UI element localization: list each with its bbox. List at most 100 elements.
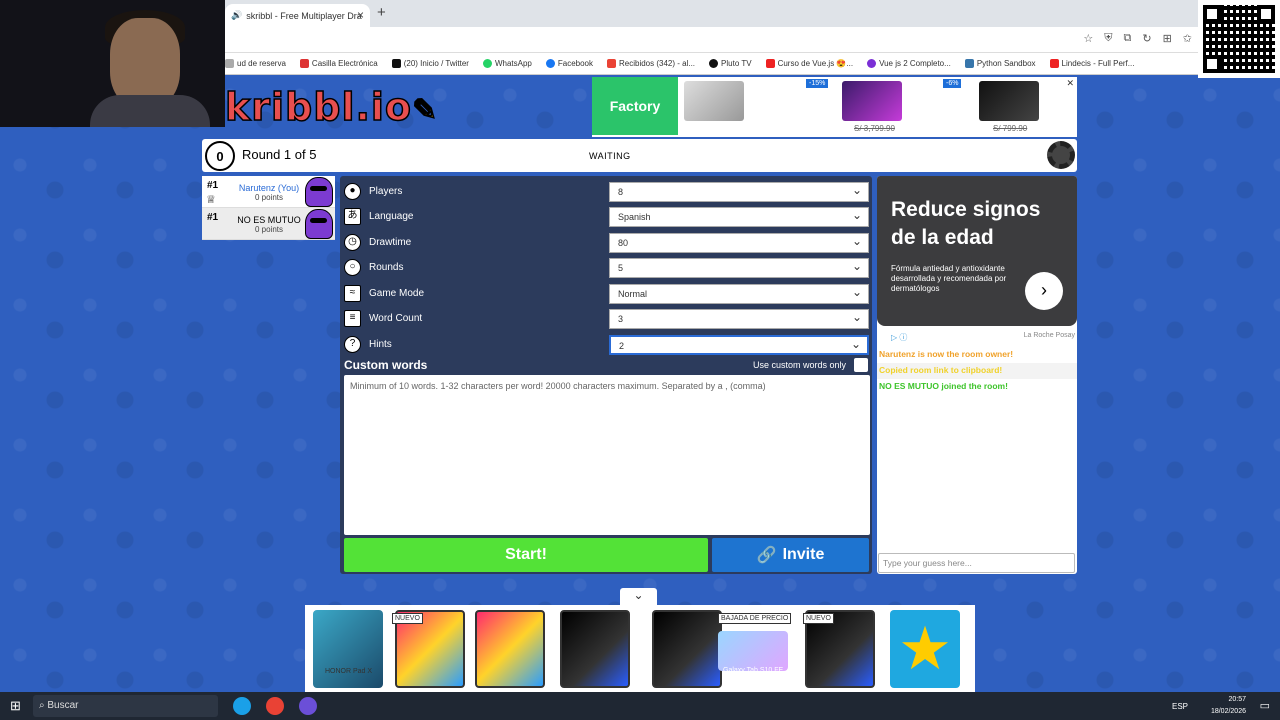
custom-words-title: Custom words xyxy=(344,358,428,372)
player-row[interactable]: #1 ♕ Narutenz (You) 0 points xyxy=(202,176,335,208)
ad-info-icon[interactable]: ▷ ⓘ xyxy=(891,332,907,343)
settings-gear-icon[interactable] xyxy=(1047,141,1075,169)
bottom-banner-ad[interactable]: HONOR Pad X NUEVO BAJADA DE PRECIO Galax… xyxy=(305,605,975,692)
notification-icon[interactable]: ▭ xyxy=(1260,700,1270,712)
edge-icon[interactable] xyxy=(233,697,251,715)
setting-drawtime: ◷ Drawtime 80 xyxy=(344,230,870,255)
webcam-overlay xyxy=(0,0,225,127)
clock-icon: ◷ xyxy=(344,234,361,251)
gamemode-select[interactable]: Normal xyxy=(609,284,869,304)
bookmark-item[interactable]: Recibidos (342) - al... xyxy=(607,59,695,68)
chat-message: NO ES MUTUO joined the room! xyxy=(879,381,1008,391)
ad-headline: Reduce signos de la edad xyxy=(891,198,1041,249)
qr-finder xyxy=(1203,5,1221,23)
close-icon[interactable]: ✕ xyxy=(1066,78,1074,89)
invite-button[interactable]: 🔗 Invite xyxy=(712,538,869,572)
wordcount-select[interactable]: 3 xyxy=(609,309,869,329)
bookmark-item[interactable]: Pluto TV xyxy=(709,59,752,68)
ad-brand: La Roche Posay xyxy=(1023,332,1075,339)
facebook-icon xyxy=(545,59,555,68)
bookmark-item[interactable]: Facebook xyxy=(545,59,593,68)
top-banner-ad[interactable]: Factory -15% -6% S/ 3,799.90 S/ 799.90 ✕ xyxy=(592,77,1077,137)
search-label: Buscar xyxy=(47,700,79,711)
monitor-ad-image xyxy=(979,81,1039,121)
discount-badge: -15% xyxy=(806,79,829,88)
extension-icon[interactable]: ⛨ xyxy=(1104,32,1112,45)
tablet-ad-image xyxy=(718,631,788,671)
whatsapp-icon xyxy=(482,59,492,68)
screenshot-icon[interactable]: ⧉ xyxy=(1123,32,1131,45)
guess-input[interactable]: Type your guess here... xyxy=(878,553,1075,573)
qr-finder xyxy=(1257,5,1275,23)
chevron-right-icon[interactable]: › xyxy=(1025,272,1063,310)
bookmark-item[interactable]: ud de reserva xyxy=(225,59,286,68)
setting-label: Language xyxy=(369,211,414,222)
refresh-icon[interactable]: ↻ xyxy=(1142,32,1151,45)
invite-label: Invite xyxy=(782,546,825,563)
player-points: 0 points xyxy=(254,225,284,234)
galaxy-label: Galaxy Tab S10 FE xyxy=(723,667,784,674)
clock-date[interactable]: 18/02/2026 xyxy=(1211,706,1246,718)
hints-select[interactable]: 2 xyxy=(609,335,869,355)
pencil-icon: ✎ xyxy=(411,93,439,128)
bookmark-item[interactable]: Curso de Vue.js 😍... xyxy=(765,59,853,68)
close-tab-icon[interactable]: × xyxy=(357,8,364,22)
browser-tab-skribbl[interactable]: 🔊 skribbl - Free Multiplayer Dra × xyxy=(225,4,370,27)
custom-words-textarea[interactable]: Minimum of 10 words. 1-32 characters per… xyxy=(344,375,870,535)
rounds-select[interactable]: 5 xyxy=(609,258,869,278)
skribbl-logo: kribbl.io✎ xyxy=(224,87,439,128)
bookmark-item[interactable]: Python Sandbox xyxy=(964,59,1036,68)
youtube-icon xyxy=(1049,59,1059,68)
star-icon[interactable]: ☆ xyxy=(1083,32,1093,45)
start-button[interactable]: Start! xyxy=(344,538,708,572)
bookmark-item[interactable]: (20) Inicio / Twitter xyxy=(391,59,469,68)
game-top-bar: 0 Round 1 of 5 WAITING xyxy=(202,139,1077,172)
new-tab-button[interactable]: + xyxy=(377,4,386,21)
bookmark-icon xyxy=(225,59,234,68)
setting-label: Players xyxy=(369,186,403,197)
use-custom-words-checkbox[interactable] xyxy=(854,358,868,372)
qr-finder xyxy=(1203,55,1221,73)
setting-gamemode: ≈ Game Mode Normal xyxy=(344,281,870,306)
taskbar-search[interactable]: ⌕ Buscar xyxy=(33,695,218,717)
user-icon: ● xyxy=(344,183,361,200)
tabs-icon[interactable]: ⊞ xyxy=(1163,32,1172,45)
tablet-ad-image xyxy=(475,610,545,688)
new-tag: NUEVO xyxy=(392,613,423,624)
obs-icon[interactable] xyxy=(299,697,317,715)
bookmark-item[interactable]: WhatsApp xyxy=(482,59,532,68)
side-ad[interactable]: Reduce signos de la edad Fórmula antieda… xyxy=(877,176,1077,326)
star-icon: ★ xyxy=(890,610,960,688)
monitor-ad-image xyxy=(684,81,744,121)
bookmark-item[interactable]: Vue js 2 Completo... xyxy=(867,59,951,68)
bookmarks-bar: ud de reserva Casilla Electrónica (20) I… xyxy=(225,53,1198,75)
toolbar-icons: ☆ ⛨ ⧉ ↻ ⊞ ✩ xyxy=(1083,32,1192,45)
drawtime-select[interactable]: 80 xyxy=(609,233,869,253)
ad-price: S/ 799.90 xyxy=(993,124,1028,133)
bookmark-item[interactable]: Lindecis - Full Perf... xyxy=(1049,59,1134,68)
wordcount-icon: ≡ xyxy=(344,310,361,327)
webcam-person-shirt xyxy=(90,95,210,127)
clock-time[interactable]: 20:57 xyxy=(1211,694,1246,706)
sale-tag: BAJADA DE PRECIO xyxy=(718,613,792,624)
python-icon xyxy=(964,59,974,68)
address-bar[interactable]: ☆ ⛨ ⧉ ↻ ⊞ ✩ xyxy=(225,27,1198,53)
windows-taskbar: ⊞ ⌕ Buscar ESP 20:57 18/02/2026 ▭ xyxy=(0,692,1280,720)
windows-start-icon[interactable]: ⊞ xyxy=(10,698,21,714)
player-name: NO ES MUTUO xyxy=(237,215,301,225)
player-row[interactable]: #1 NO ES MUTUO 0 points xyxy=(202,208,335,240)
chrome-icon[interactable] xyxy=(266,697,284,715)
rounds-icon: ○ xyxy=(344,259,361,276)
youtube-icon xyxy=(765,59,775,68)
qr-code-overlay xyxy=(1198,0,1280,78)
collapse-ad-chevron-icon[interactable]: ⌄ xyxy=(620,588,657,606)
bookmark-item[interactable]: Casilla Electrónica xyxy=(299,59,378,68)
language-select[interactable]: Spanish xyxy=(609,207,869,227)
player-name: Narutenz (You) xyxy=(238,183,300,193)
language-indicator[interactable]: ESP xyxy=(1172,701,1188,713)
favorites-icon[interactable]: ✩ xyxy=(1183,32,1192,45)
tablet-ad-image xyxy=(560,610,630,688)
player-points: 0 points xyxy=(254,193,284,202)
players-select[interactable]: 8 xyxy=(609,182,869,202)
lobby-settings-panel: ● Players 8 あ Language Spanish ◷ Drawtim… xyxy=(340,176,872,574)
